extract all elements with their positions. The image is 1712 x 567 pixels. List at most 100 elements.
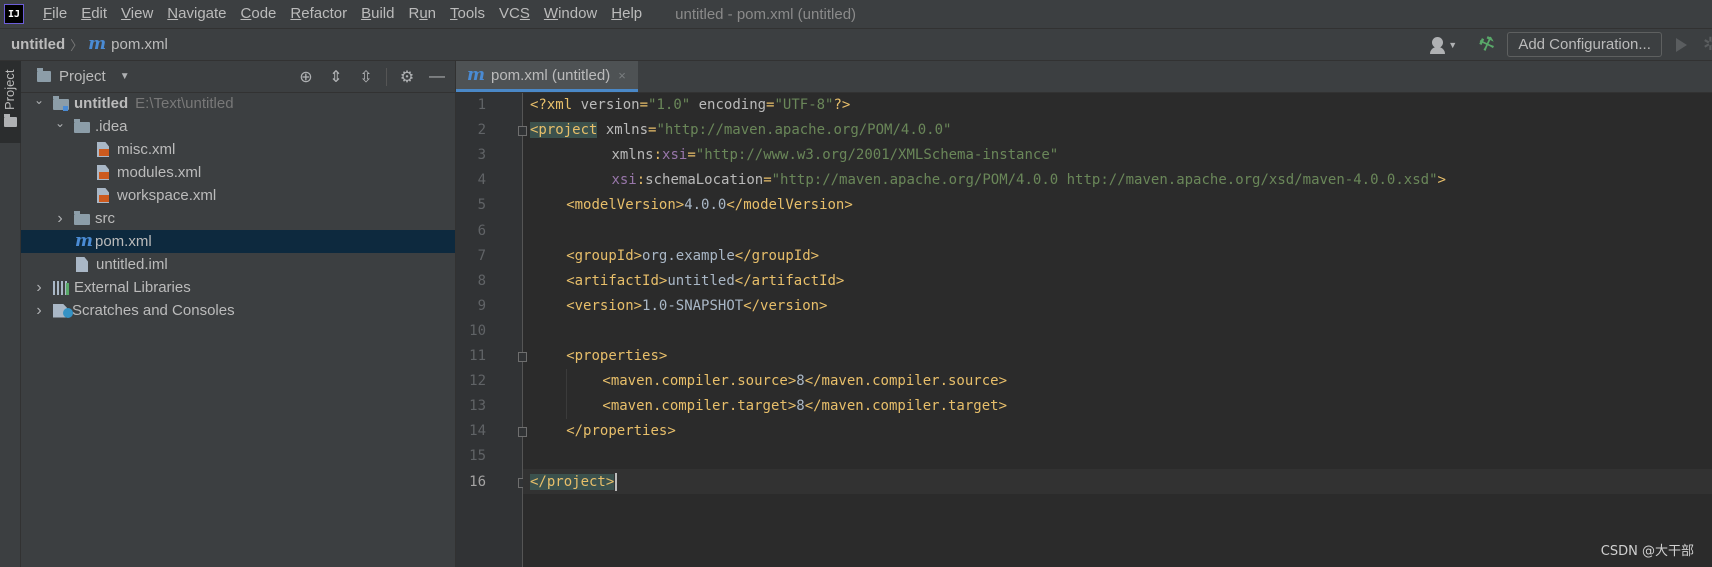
- run-icon[interactable]: [1675, 37, 1687, 52]
- tree-item-label: untitled.iml: [96, 256, 168, 273]
- fold-gutter: [516, 93, 523, 567]
- code-token: 1.0-SNAPSHOT: [642, 297, 744, 314]
- line-number: 1: [477, 97, 486, 113]
- chevron-right-icon[interactable]: ›: [33, 302, 45, 320]
- code-token: </modelVersion>: [726, 197, 853, 214]
- code-token: <maven.compiler.source>: [602, 373, 797, 390]
- collapse-all-icon[interactable]: ⇳: [356, 67, 376, 87]
- breadcrumb-separator: 〉: [70, 38, 84, 53]
- tree-item[interactable]: ⌄ untitled E:\Text\untitled: [21, 92, 455, 115]
- code-line: <modelVersion>4.0.0</modelVersion>: [530, 193, 853, 218]
- code-token: </groupId>: [734, 247, 820, 264]
- breadcrumb-project[interactable]: untitled: [11, 36, 65, 53]
- tree-item-label: Scratches and Consoles: [72, 302, 235, 319]
- menu-item[interactable]: Help: [604, 0, 649, 28]
- code-token: xsi: [611, 172, 637, 189]
- project-panel-title[interactable]: Project: [59, 68, 106, 85]
- chevron-right-icon[interactable]: ›: [54, 210, 66, 228]
- line-number-gutter: 1 2 3 4 5 6 7 8 9 10 11 12 13 14 15 16: [456, 93, 516, 567]
- current-line-highlight: [523, 469, 1712, 494]
- line-number: 12: [469, 373, 486, 390]
- add-configuration-button[interactable]: Add Configuration...: [1507, 32, 1662, 57]
- close-icon[interactable]: ×: [618, 68, 626, 83]
- line-number: 16: [469, 473, 486, 490]
- code-token: encoding: [690, 97, 767, 113]
- menu-bar: IJ File Edit View Navigate Code Refactor Build…: [0, 0, 1712, 28]
- fold-marker-icon[interactable]: [518, 427, 527, 438]
- tree-item[interactable]: ⌄ .idea: [21, 115, 455, 138]
- build-hammer-icon[interactable]: ⚒: [1476, 32, 1498, 57]
- window-title: untitled - pom.xml (untitled): [675, 5, 857, 23]
- menu-item[interactable]: Tools: [443, 0, 492, 28]
- tree-item[interactable]: workspace.xml: [21, 184, 455, 207]
- tree-item-label: src: [95, 210, 115, 227]
- code-token: version: [580, 97, 640, 113]
- code-token: :: [636, 172, 646, 189]
- tree-item[interactable]: untitled.iml: [21, 253, 455, 276]
- folder-icon: [4, 114, 17, 127]
- code-line: <maven.compiler.target>8</maven.compiler…: [530, 394, 1007, 419]
- tree-item[interactable]: modules.xml: [21, 161, 455, 184]
- tree-item-label: .idea: [95, 118, 128, 135]
- menu-item[interactable]: VCS: [492, 0, 537, 28]
- project-panel-actions: ⊕ ⇕ ⇳ ⚙ —: [286, 61, 447, 93]
- expand-all-icon[interactable]: ⇕: [326, 67, 346, 87]
- tree-item[interactable]: › src: [21, 207, 455, 230]
- code-token: xsi: [662, 147, 688, 164]
- code-token: 4.0.0: [684, 197, 727, 214]
- fold-marker-icon[interactable]: [518, 126, 527, 137]
- xml-file-icon: [97, 188, 109, 203]
- gear-icon[interactable]: ⚙: [397, 67, 417, 87]
- tree-item[interactable]: › Scratches and Consoles: [21, 299, 455, 322]
- watermark: CSDN @大干部: [1600, 544, 1694, 559]
- tree-item[interactable]: m pom.xml: [21, 230, 455, 253]
- code-token: org.example: [642, 247, 735, 264]
- menu-item[interactable]: Refactor: [283, 0, 354, 28]
- chevron-down-icon[interactable]: ⌄: [33, 93, 45, 107]
- fold-marker-icon[interactable]: [518, 352, 527, 362]
- intellij-logo-icon[interactable]: IJ: [2, 2, 26, 26]
- code-line: <project xmlns="http://maven.apache.org/…: [530, 118, 951, 143]
- menu-item[interactable]: View: [114, 0, 160, 28]
- code-token: </maven.compiler.source>: [804, 373, 1007, 390]
- menu-item[interactable]: Code: [234, 0, 284, 28]
- menu-item[interactable]: Edit: [74, 0, 114, 28]
- clock-badge-icon: [63, 308, 73, 318]
- code-token: </version>: [743, 297, 828, 314]
- line-number: 5: [477, 197, 486, 214]
- project-panel: Project ▼ ⊕ ⇕ ⇳ ⚙ — ⌄ untitled E:\Text\unt…: [21, 61, 456, 567]
- code-token: xmlns: [597, 122, 649, 139]
- tree-item-label: workspace.xml: [117, 187, 217, 204]
- code-token: "UTF-8": [774, 97, 834, 113]
- tree-item[interactable]: › External Libraries: [21, 276, 455, 299]
- code-token: 8: [796, 373, 805, 390]
- chevron-down-icon[interactable]: ▼: [120, 71, 130, 82]
- line-number: 14: [469, 423, 486, 440]
- code-token: ?>: [833, 97, 851, 113]
- code-token: <modelVersion>: [566, 197, 685, 214]
- menu-item[interactable]: Build: [354, 0, 401, 28]
- hide-panel-icon[interactable]: —: [427, 67, 447, 87]
- code-token: </maven.compiler.target>: [804, 398, 1007, 415]
- tree-item[interactable]: misc.xml: [21, 138, 455, 161]
- editor-tab-pom[interactable]: m pom.xml (untitled) ×: [456, 61, 638, 92]
- line-number: 7: [477, 247, 486, 264]
- tree-item-label: pom.xml: [95, 233, 152, 250]
- editor-area: m pom.xml (untitled) × 1 2 3 4 5 6 7 8 9 10 11 12 13…: [456, 61, 1712, 567]
- code-token: >: [1437, 172, 1446, 189]
- user-account-icon[interactable]: ▼: [1430, 37, 1457, 54]
- breadcrumb-file[interactable]: pom.xml: [111, 36, 168, 53]
- chevron-right-icon[interactable]: ›: [33, 279, 45, 297]
- menu-item[interactable]: Run: [401, 0, 443, 28]
- menu-item[interactable]: Window: [537, 0, 604, 28]
- menu-item[interactable]: File: [36, 0, 74, 28]
- debug-icon[interactable]: ✲: [1703, 34, 1712, 55]
- menu-item[interactable]: Navigate: [160, 0, 233, 28]
- tree-item-label: misc.xml: [117, 141, 176, 158]
- project-tool-window-button[interactable]: Project: [0, 61, 21, 143]
- code-token: "http://maven.apache.org/POM/4.0.0": [656, 122, 952, 139]
- chevron-down-icon[interactable]: ⌄: [54, 116, 66, 130]
- line-number: 8: [477, 272, 486, 289]
- indent-guide: [566, 369, 568, 420]
- locate-file-icon[interactable]: ⊕: [296, 67, 316, 87]
